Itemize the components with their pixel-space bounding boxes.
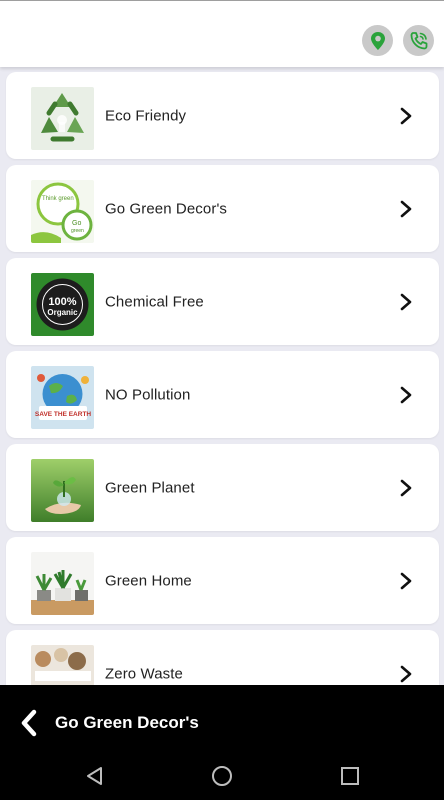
house-plants-image — [31, 552, 94, 615]
chevron-right-icon — [400, 572, 412, 589]
location-button[interactable] — [362, 25, 393, 56]
seedling-hand-image — [31, 459, 94, 522]
list-item-go-green-decors[interactable]: Think green Go green Go Green Decor's — [6, 165, 439, 252]
svg-text:Organic: Organic — [47, 308, 78, 317]
chevron-right-icon — [400, 107, 412, 124]
chevron-right-icon — [400, 479, 412, 496]
nav-home-icon[interactable] — [210, 764, 234, 788]
top-header — [0, 0, 444, 67]
svg-text:green: green — [71, 228, 84, 234]
svg-text:SAVE THE EARTH: SAVE THE EARTH — [35, 411, 92, 418]
svg-text:100%: 100% — [48, 296, 76, 308]
svg-text:Go: Go — [72, 220, 81, 227]
item-label: Go Green Decor's — [105, 200, 228, 217]
item-label: Green Home — [105, 572, 192, 589]
list-item-green-home[interactable]: Green Home — [6, 537, 439, 624]
organic-badge-image: 100% Organic — [31, 273, 94, 336]
system-nav-bar — [0, 752, 444, 800]
item-label: Eco Friendy — [105, 107, 187, 124]
chevron-right-icon — [400, 665, 412, 682]
nav-back-icon[interactable] — [83, 764, 107, 788]
item-label: Zero Waste — [105, 665, 183, 682]
chevron-right-icon — [400, 293, 412, 310]
zero-waste-image — [31, 645, 94, 685]
location-pin-icon — [370, 31, 385, 50]
phone-call-icon — [410, 31, 427, 49]
think-green-image: Think green Go green — [31, 180, 94, 243]
item-label: Green Planet — [105, 479, 195, 496]
item-label: NO Pollution — [105, 386, 191, 403]
item-label: Chemical Free — [105, 293, 204, 310]
back-chevron-icon[interactable] — [18, 709, 40, 737]
page-title: Go Green Decor's — [55, 713, 199, 732]
list-item-no-pollution[interactable]: SAVE THE EARTH NO Pollution — [6, 351, 439, 438]
nav-recents-icon[interactable] — [338, 764, 362, 788]
recycle-image — [31, 87, 94, 150]
list-item-zero-waste[interactable]: Zero Waste — [6, 630, 439, 685]
svg-text:Think green: Think green — [42, 196, 74, 202]
list-item-green-planet[interactable]: Green Planet — [6, 444, 439, 531]
category-list: Eco Friendy Think green Go green Go Gree… — [0, 67, 444, 685]
call-button[interactable] — [403, 25, 434, 56]
bottom-title-bar: Go Green Decor's — [0, 685, 444, 760]
list-item-eco-friendy[interactable]: Eco Friendy — [6, 72, 439, 159]
chevron-right-icon — [400, 200, 412, 217]
screen: Eco Friendy Think green Go green Go Gree… — [0, 0, 444, 800]
list-item-chemical-free[interactable]: 100% Organic Chemical Free — [6, 258, 439, 345]
save-earth-image: SAVE THE EARTH — [31, 366, 94, 429]
chevron-right-icon — [400, 386, 412, 403]
